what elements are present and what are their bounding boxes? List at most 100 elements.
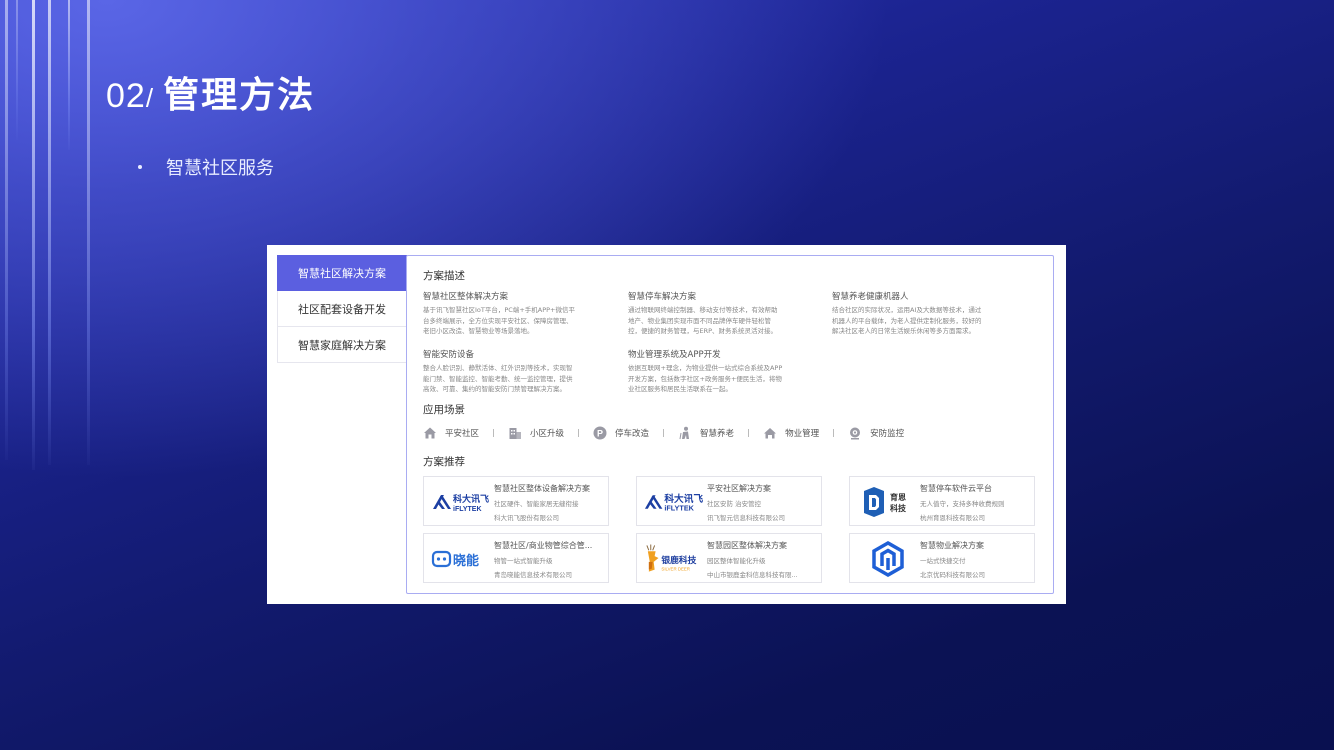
divider bbox=[578, 429, 580, 437]
recommend-company: 讯飞智元信息科技有限公司 bbox=[707, 514, 785, 522]
screenshot-card: 智慧社区解决方案 社区配套设备开发 智慧家庭解决方案 方案描述 智慧社区整体解决… bbox=[267, 245, 1066, 604]
divider bbox=[663, 429, 665, 437]
desc-item-line: 基于讯飞智慧社区IoT平台，PC端+手机APP+微信平 bbox=[423, 306, 576, 314]
desc-item-title: 智慧停车解决方案 bbox=[628, 292, 697, 302]
content-panel: 方案描述 智慧社区整体解决方案 基于讯飞智慧社区IoT平台，PC端+手机APP+… bbox=[406, 255, 1054, 594]
recommend-card[interactable]: 科大讯飞 iFLYTEK 智慧社区整体设备解决方案 社区硬件、智能家居无缝衔接 … bbox=[423, 476, 609, 526]
svg-text:iFLYTEK: iFLYTEK bbox=[664, 504, 694, 513]
tab-community-devices[interactable]: 社区配套设备开发 bbox=[277, 291, 407, 327]
side-tabs: 智慧社区解决方案 社区配套设备开发 智慧家庭解决方案 bbox=[277, 255, 407, 363]
recommend-card[interactable]: 银鹿科技 SILVER DEER 智慧园区整体解决方案 园区整体智能化升级 中山… bbox=[636, 533, 822, 583]
scene-label: 停车改造 bbox=[615, 429, 650, 439]
iflytek-logo: 科大讯飞 iFLYTEK bbox=[430, 485, 494, 519]
desc-item-line: 解决社区老人的日常生活娱乐休闲等多方面需求。 bbox=[832, 327, 975, 335]
desc-item: 智慧养老健康机器人 结合社区的实际状况，运用AI及大数据等技术，通过 机器人的平… bbox=[832, 290, 1012, 337]
recommend-title: 智慧社区整体设备解决方案 bbox=[494, 484, 590, 493]
recommend-subtitle: 社区硬件、智能家居无缝衔接 bbox=[494, 500, 579, 508]
scene-label: 物业管理 bbox=[785, 429, 820, 439]
scene-item[interactable]: 安防监控 bbox=[848, 426, 904, 440]
scene-item[interactable]: 小区升级 bbox=[508, 426, 564, 440]
tab-smart-community[interactable]: 智慧社区解决方案 bbox=[277, 255, 407, 291]
desc-item-line: 整合人脸识别、静默活体、红外识别等技术，实现智 bbox=[423, 364, 573, 372]
recommend-subtitle: 物管一站式智能升级 bbox=[494, 557, 553, 565]
silver-deer-logo: 银鹿科技 SILVER DEER bbox=[643, 542, 707, 576]
svg-text:P: P bbox=[597, 428, 603, 438]
desc-item-line: 机器人的平台载体，为老人提供定制化服务，较好的 bbox=[832, 316, 982, 325]
camera-icon bbox=[850, 427, 861, 440]
recommend-subtitle: 园区整体智能化升级 bbox=[707, 557, 766, 565]
desc-item-line: 业社区服务和居民生活联系在一起。 bbox=[628, 385, 732, 393]
scene-label: 小区升级 bbox=[530, 429, 565, 439]
section-number: 02 bbox=[106, 77, 146, 115]
svg-text:科技: 科技 bbox=[890, 503, 907, 513]
recommend-subtitle: 一站式快捷交付 bbox=[920, 557, 966, 565]
scene-item[interactable]: 物业管理 bbox=[763, 426, 819, 440]
scenes-heading: 应用场景 bbox=[423, 404, 465, 416]
tab-smart-home[interactable]: 智慧家庭解决方案 bbox=[277, 327, 407, 363]
recommend-title: 智慧社区/商业物管综合管... bbox=[494, 541, 593, 550]
scene-list: 平安社区 小区升级 P 停车改造 智慧养老 物业管理 安防监控 bbox=[423, 426, 904, 440]
recommend-company: 北京优码科技有限公司 bbox=[920, 571, 985, 579]
scene-label: 安防监控 bbox=[870, 429, 905, 439]
scene-item[interactable]: 智慧养老 bbox=[678, 426, 734, 440]
desc-item-title: 智能安防设备 bbox=[423, 350, 475, 360]
house-icon bbox=[424, 427, 436, 439]
desc-item-title: 智慧养老健康机器人 bbox=[832, 292, 909, 302]
scene-label: 平安社区 bbox=[445, 429, 480, 439]
desc-item-line: 高效、可靠、集约的智能安防门禁管理解决方案。 bbox=[423, 385, 566, 393]
svg-text:科大讯飞: 科大讯飞 bbox=[453, 493, 489, 505]
desc-item: 智能安防设备 整合人脸识别、静默活体、红外识别等技术，实现智 能门禁、智能监控、… bbox=[423, 348, 603, 395]
iflytek-logo: 科大讯飞 iFLYTEK bbox=[643, 485, 707, 519]
section-slash: / bbox=[145, 83, 154, 113]
scene-item[interactable]: 平安社区 bbox=[423, 426, 479, 440]
divider bbox=[833, 429, 835, 437]
desc-item-line: 地产、物业集团实现市面不同品牌停车硬件轻松管 bbox=[628, 316, 771, 325]
recommend-title: 智慧停车软件云平台 bbox=[920, 484, 992, 493]
recommend-title: 智慧园区整体解决方案 bbox=[707, 541, 787, 550]
desc-item-line: 开发方案，包括数字社区+政务服务+便民生活，将物 bbox=[628, 374, 782, 383]
desc-item-line: 结合社区的实际状况，运用AI及大数据等技术，通过 bbox=[832, 306, 982, 314]
elder-icon bbox=[679, 426, 690, 440]
desc-item-line: 老旧小区改造、智慧物业等场景落地。 bbox=[423, 327, 534, 335]
youma-logo bbox=[856, 541, 920, 577]
recommend-card[interactable]: 科大讯飞 iFLYTEK 平安社区解决方案 社区安防 治安管控 讯飞智元信息科技… bbox=[636, 476, 822, 526]
recommend-heading: 方案推荐 bbox=[423, 456, 465, 468]
bullet-dot-icon bbox=[138, 165, 142, 169]
desc-item: 智慧社区整体解决方案 基于讯飞智慧社区IoT平台，PC端+手机APP+微信平 台… bbox=[423, 290, 603, 337]
building-icon bbox=[509, 428, 522, 439]
svg-text:SILVER DEER: SILVER DEER bbox=[661, 567, 690, 572]
recommend-title: 平安社区解决方案 bbox=[707, 484, 771, 493]
scene-item[interactable]: P 停车改造 bbox=[593, 426, 649, 440]
desc-item-line: 控，便捷的财务管理，与ERP、财务系统灵活对接。 bbox=[628, 327, 778, 335]
divider bbox=[493, 429, 495, 437]
desc-item: 智慧停车解决方案 通过物联网终端控制器、移动支付等技术，有效帮助 地产、物业集团… bbox=[628, 290, 808, 337]
description-heading: 方案描述 bbox=[423, 270, 465, 282]
desc-item: 物业管理系统及APP开发 依据互联网+理念，为物业提供一站式综合系统及APP 开… bbox=[628, 348, 808, 395]
parking-icon: P bbox=[593, 426, 607, 440]
recommend-card[interactable]: 育恩 科技 智慧停车软件云平台 无人值守，支持多种收费规则 杭州育恩科技有限公司 bbox=[849, 476, 1035, 526]
recommend-company: 杭州育恩科技有限公司 bbox=[920, 514, 985, 522]
desc-item-title: 物业管理系统及APP开发 bbox=[628, 350, 721, 360]
scene-label: 智慧养老 bbox=[700, 429, 735, 439]
recommend-company: 中山市银鹿金科信息科技有限... bbox=[707, 571, 798, 579]
recommend-subtitle: 社区安防 治安管控 bbox=[707, 500, 762, 508]
bullet-point: 智慧社区服务 bbox=[138, 154, 274, 180]
decorative-lines bbox=[0, 0, 120, 470]
bullet-text: 智慧社区服务 bbox=[166, 158, 274, 179]
recommend-card[interactable]: 智慧物业解决方案 一站式快捷交付 北京优码科技有限公司 bbox=[849, 533, 1035, 583]
recommend-card[interactable]: 晓能 智慧社区/商业物管综合管... 物管一站式智能升级 青岛晓能信息技术有限公… bbox=[423, 533, 609, 583]
page-title: 02 / 管理方法 bbox=[106, 66, 315, 118]
desc-item-line: 能门禁、智能监控、智能考勤、统一监控管理，提供 bbox=[423, 374, 573, 383]
section-title: 管理方法 bbox=[163, 74, 316, 116]
desc-item-line: 依据互联网+理念，为物业提供一站式综合系统及APP bbox=[628, 364, 783, 372]
divider bbox=[748, 429, 750, 437]
recommend-company: 科大讯飞股份有限公司 bbox=[494, 514, 559, 522]
desc-item-line: 台多终端展示，全方位实现平安社区、保障房管理、 bbox=[423, 316, 573, 325]
recommend-company: 青岛晓能信息技术有限公司 bbox=[494, 571, 572, 579]
svg-text:育恩: 育恩 bbox=[890, 492, 906, 502]
recommend-title: 智慧物业解决方案 bbox=[920, 541, 984, 550]
home-icon bbox=[764, 428, 777, 439]
svg-text:iFLYTEK: iFLYTEK bbox=[453, 506, 482, 513]
desc-item-title: 智慧社区整体解决方案 bbox=[423, 292, 509, 302]
recommend-subtitle: 无人值守，支持多种收费规则 bbox=[920, 500, 1005, 508]
